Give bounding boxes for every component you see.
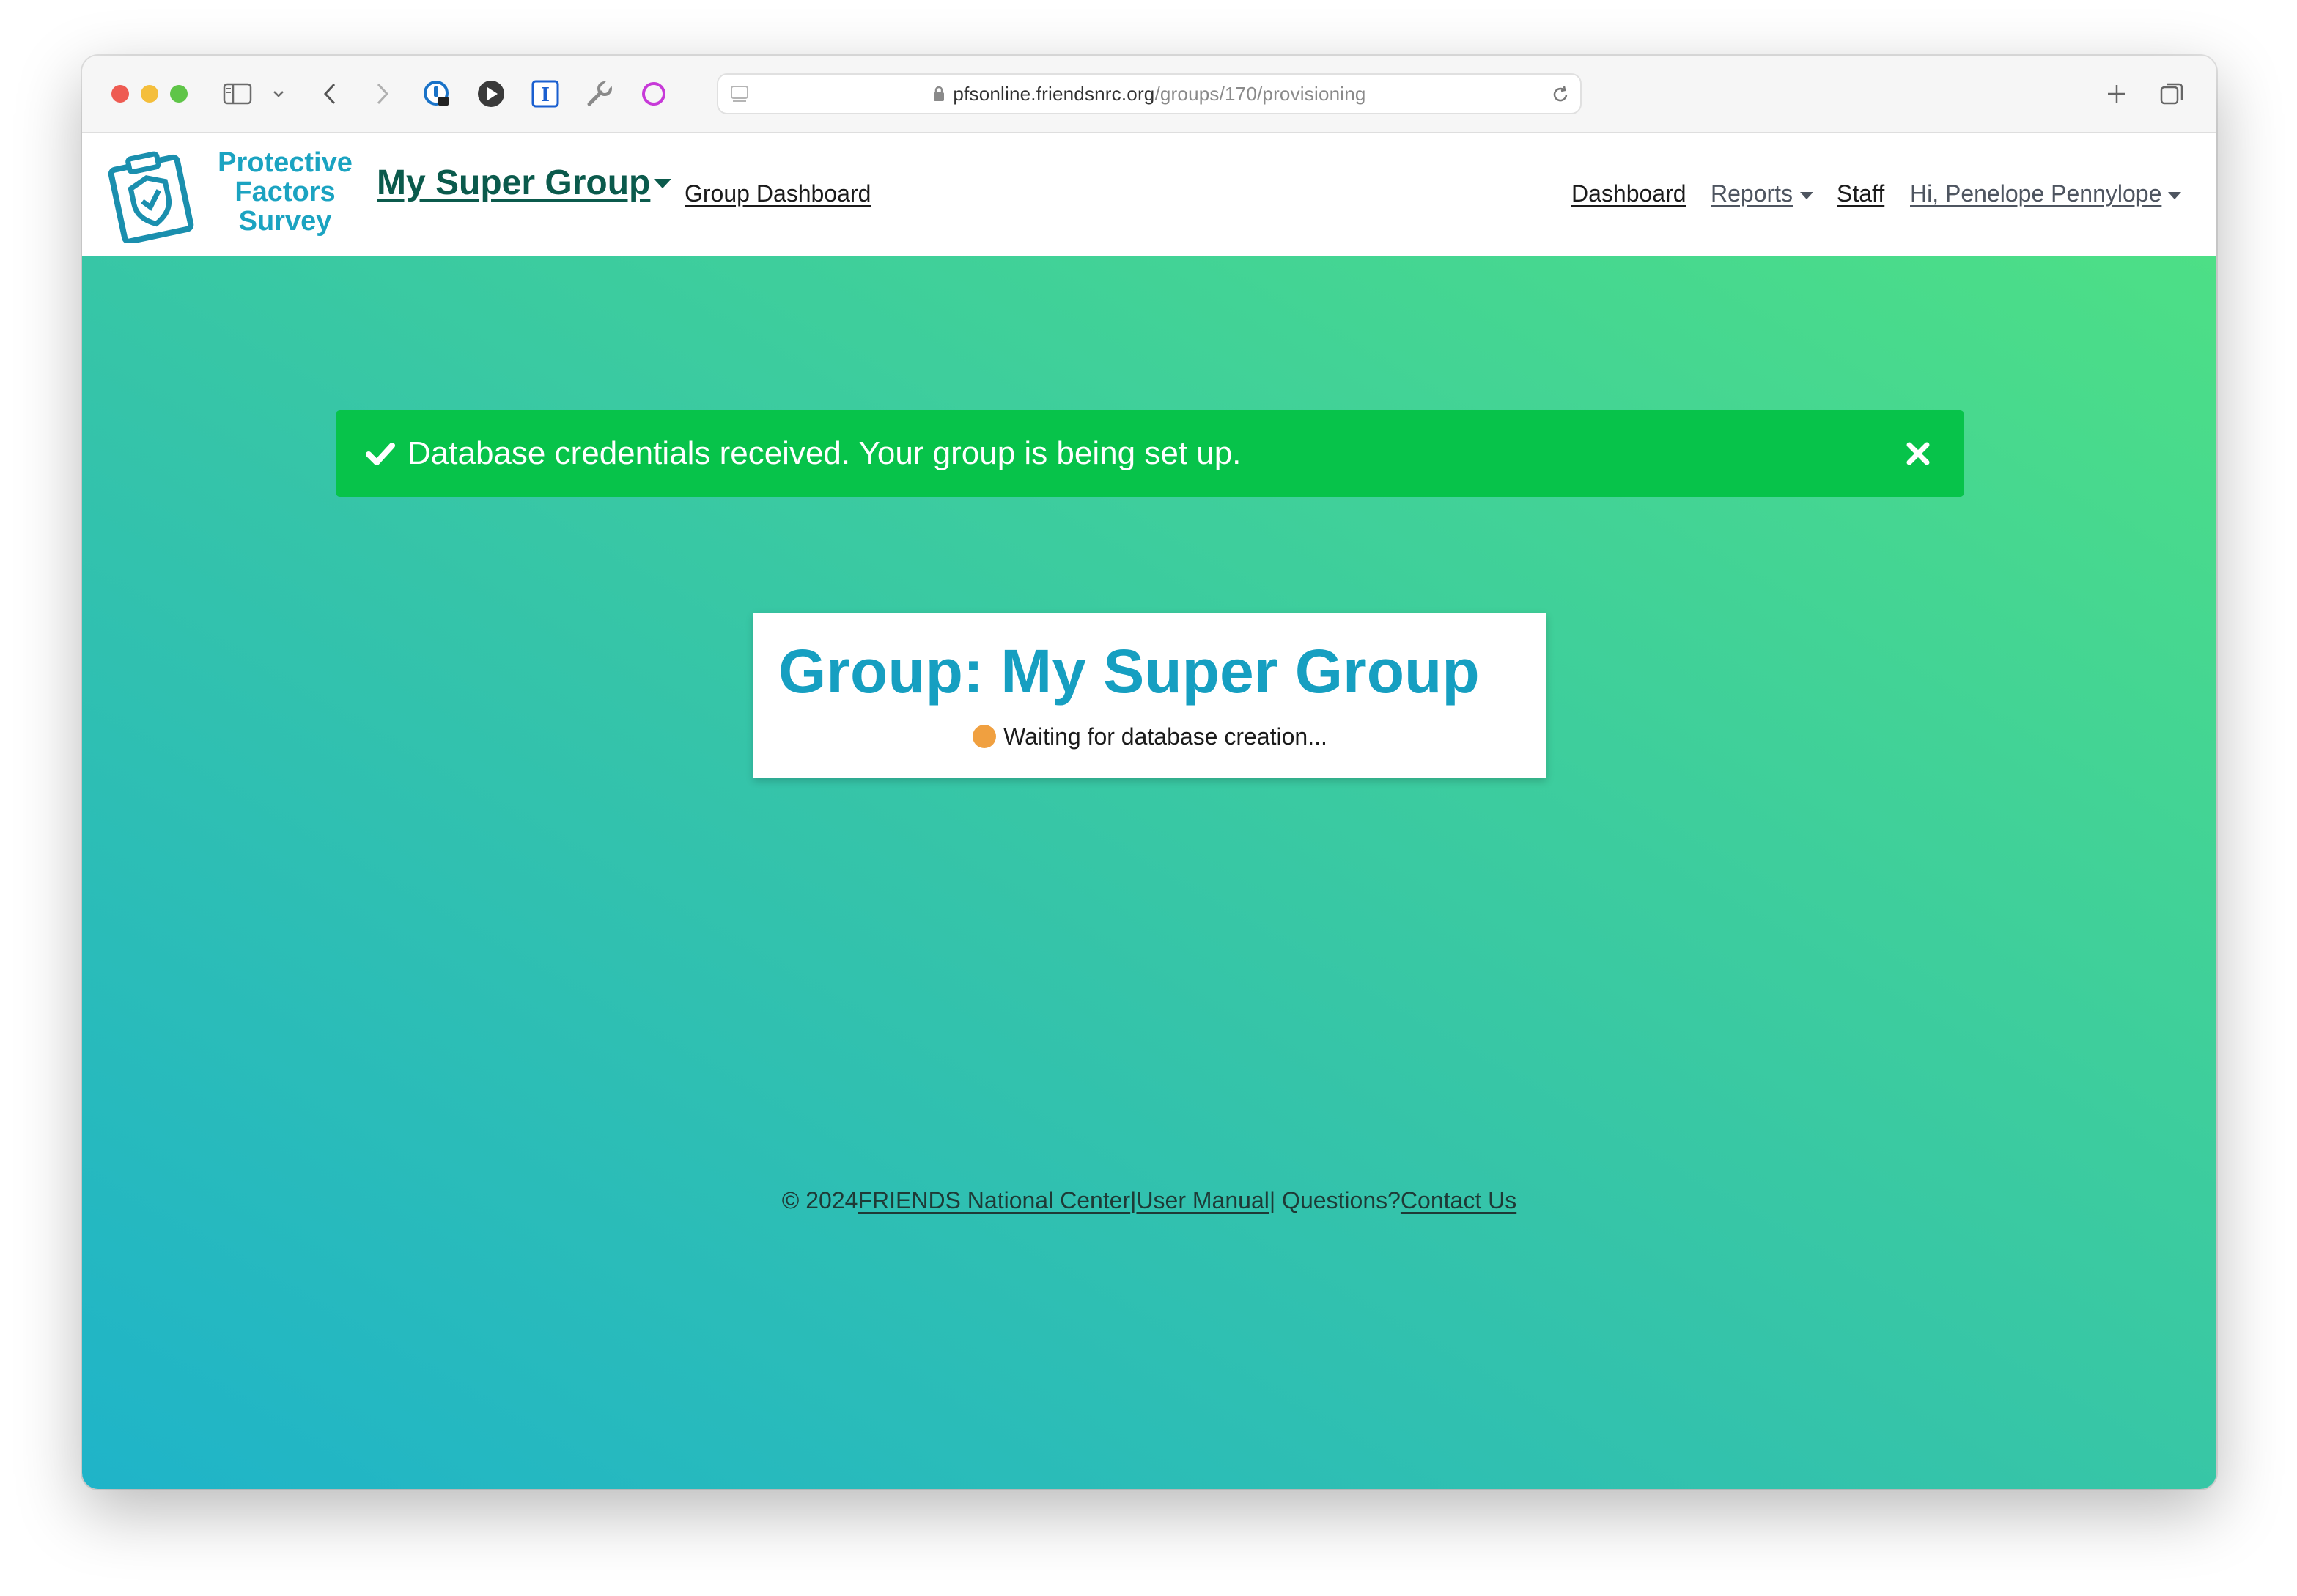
check-icon xyxy=(366,443,395,465)
caret-down-icon[interactable] xyxy=(2168,192,2181,199)
url-host: pfsonline.friendsnrc.org xyxy=(953,82,1155,105)
forward-icon[interactable] xyxy=(369,75,394,113)
caret-down-icon[interactable] xyxy=(1800,192,1813,199)
provisioning-status: Waiting for database creation... xyxy=(753,721,1546,752)
alert-message: Database credentials received. Your grou… xyxy=(408,435,1242,471)
status-text: Waiting for database creation... xyxy=(1003,723,1327,750)
reports-menu[interactable]: Reports xyxy=(1711,180,1793,207)
password-manager-extension-icon[interactable] xyxy=(421,75,453,113)
address-bar[interactable]: pfsonline.friendsnrc.org/groups/170/prov… xyxy=(717,73,1582,114)
success-alert: Database credentials received. Your grou… xyxy=(336,410,1964,497)
lock-icon xyxy=(932,85,945,103)
new-tab-icon[interactable] xyxy=(2101,75,2133,113)
user-menu[interactable]: Hi, Penelope Pennylope xyxy=(1910,180,2161,207)
circle-extension-icon[interactable] xyxy=(638,75,670,113)
close-icon[interactable] xyxy=(1904,440,1932,468)
footer-separator: | xyxy=(1130,1187,1137,1213)
site-footer: © 2024 FRIENDS National Center | User Ma… xyxy=(82,1187,2216,1214)
staff-link[interactable]: Staff xyxy=(1837,180,1884,207)
sidebar-toggle-icon[interactable] xyxy=(221,75,254,113)
web-page: Protective Factors Survey My Super Group… xyxy=(82,133,2216,1489)
text-extension-icon[interactable]: I xyxy=(529,75,561,113)
logo-line-2: Factors xyxy=(235,177,336,207)
user-manual-link[interactable]: User Manual xyxy=(1136,1187,1269,1214)
close-window-button[interactable] xyxy=(111,85,129,103)
logo-line-1: Protective xyxy=(218,147,353,178)
site-navbar: Protective Factors Survey My Super Group… xyxy=(82,133,2216,256)
back-icon[interactable] xyxy=(318,75,343,113)
shield-clipboard-icon xyxy=(108,151,194,243)
copyright-text: © 2024 xyxy=(781,1187,858,1213)
browser-toolbar: I pfsonline.friendsnrc.org/groups/170/pr… xyxy=(82,56,2216,133)
tab-overview-icon[interactable] xyxy=(2156,75,2189,113)
minimize-window-button[interactable] xyxy=(141,85,158,103)
group-status-card: Group: My Super Group Waiting for databa… xyxy=(753,613,1546,778)
friends-national-center-link[interactable]: FRIENDS National Center xyxy=(858,1187,1130,1214)
questions-text: | Questions? xyxy=(1269,1187,1401,1213)
play-extension-icon[interactable] xyxy=(475,75,507,113)
logo-wordmark: Protective Factors Survey xyxy=(215,148,355,236)
wrench-icon[interactable] xyxy=(583,75,616,113)
contact-us-link[interactable]: Contact Us xyxy=(1401,1187,1516,1214)
site-logo[interactable]: Protective Factors Survey xyxy=(104,148,353,243)
dashboard-link[interactable]: Dashboard xyxy=(1571,180,1686,207)
page-title: Group: My Super Group xyxy=(778,637,1480,706)
url-path: /groups/170/provisioning xyxy=(1154,82,1366,105)
zoom-window-button[interactable] xyxy=(170,85,188,103)
pending-status-icon xyxy=(973,725,997,748)
chevron-down-icon[interactable] xyxy=(270,75,287,113)
browser-window: I pfsonline.friendsnrc.org/groups/170/pr… xyxy=(82,56,2216,1489)
main-content: Database credentials received. Your grou… xyxy=(82,256,2216,1489)
group-switcher[interactable]: My Super Group xyxy=(377,163,650,203)
logo-line-3: Survey xyxy=(238,206,332,237)
caret-down-icon[interactable] xyxy=(654,179,671,188)
svg-text:I: I xyxy=(541,84,550,106)
group-dashboard-link[interactable]: Group Dashboard xyxy=(685,180,871,207)
reload-icon[interactable] xyxy=(1549,84,1571,108)
